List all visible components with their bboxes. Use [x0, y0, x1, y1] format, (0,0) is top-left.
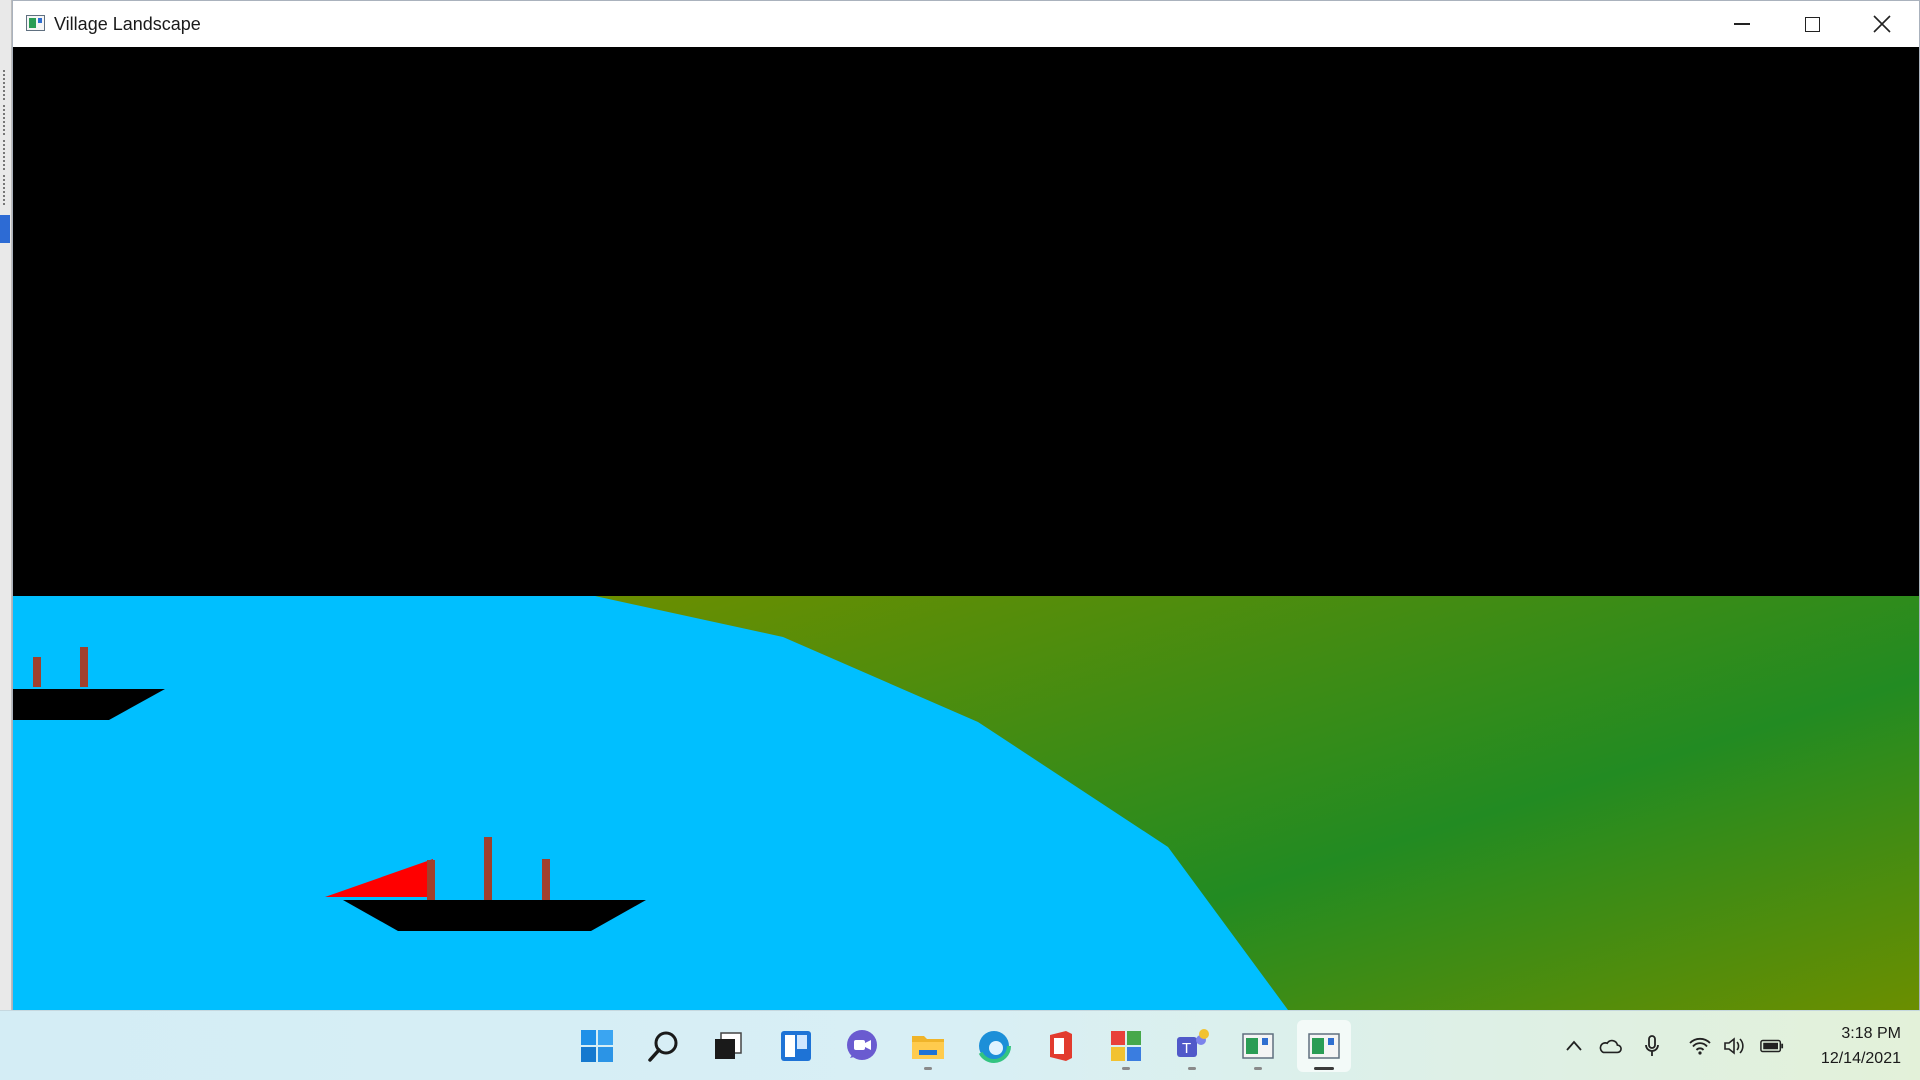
sky [13, 47, 1919, 596]
colorful-app-icon [1111, 1031, 1141, 1061]
close-icon [1873, 15, 1891, 33]
teams-icon: T [1177, 1029, 1209, 1057]
office-button[interactable] [1033, 1020, 1087, 1072]
widgets-button[interactable] [769, 1020, 823, 1072]
running-indicator [1188, 1067, 1196, 1070]
close-button[interactable] [1847, 1, 1917, 47]
background-window-tab[interactable] [0, 215, 10, 243]
app-window-icon [1308, 1033, 1340, 1059]
toolbar-grip [3, 70, 8, 100]
speaker-icon [1724, 1037, 1744, 1055]
toolbar-grip [3, 105, 8, 135]
boat-small-chimney [33, 657, 41, 687]
show-hidden-icons-button[interactable] [1562, 1034, 1586, 1058]
wifi-icon [1689, 1037, 1711, 1055]
boat-small-chimney [80, 647, 88, 687]
clock-date[interactable]: 12/14/2021 [1790, 1050, 1901, 1068]
maximize-button[interactable] [1777, 1, 1847, 47]
running-indicator [1254, 1067, 1262, 1070]
microphone-icon [1645, 1035, 1659, 1056]
search-icon [648, 1031, 678, 1062]
boat-large-chimney [542, 859, 550, 900]
boat-large-chimney [427, 860, 435, 900]
clock-time[interactable]: 3:18 PM [1815, 1025, 1901, 1043]
minimize-icon [1734, 23, 1750, 25]
office-icon [1050, 1031, 1072, 1061]
app-window-icon [1242, 1033, 1274, 1059]
maximize-icon [1804, 16, 1820, 32]
svg-text:T: T [1182, 1040, 1191, 1057]
cloud-icon [1599, 1039, 1622, 1054]
microphone-button[interactable] [1640, 1034, 1664, 1058]
running-indicator [1122, 1067, 1130, 1070]
file-explorer-button[interactable] [901, 1020, 955, 1072]
widgets-icon [781, 1031, 811, 1061]
windows-logo-icon [581, 1030, 613, 1062]
edge-button[interactable] [967, 1020, 1021, 1072]
app-window-button-active[interactable] [1297, 1020, 1351, 1072]
colorful-app-button[interactable] [1099, 1020, 1153, 1072]
network-button[interactable] [1688, 1034, 1712, 1058]
app-icon [26, 15, 45, 31]
edge-icon [977, 1029, 1011, 1063]
boat-large-chimney [484, 837, 492, 900]
task-view-button[interactable] [702, 1020, 756, 1072]
landscape-canvas [13, 47, 1919, 1010]
minimize-button[interactable] [1707, 1, 1777, 47]
chat-icon [847, 1030, 877, 1060]
background-window-edge[interactable] [0, 0, 12, 1010]
battery-icon [1760, 1039, 1784, 1053]
battery-button[interactable] [1760, 1034, 1784, 1058]
onedrive-button[interactable] [1598, 1034, 1622, 1058]
taskbar: T 3:18 PM 12/14/2021 [0, 1010, 1920, 1080]
toolbar-grip [3, 140, 8, 170]
window-title: Village Landscape [54, 14, 201, 34]
volume-button[interactable] [1722, 1034, 1746, 1058]
task-view-icon [715, 1032, 742, 1059]
search-button[interactable] [637, 1020, 691, 1072]
running-indicator [924, 1067, 932, 1070]
chat-button[interactable] [835, 1020, 889, 1072]
chevron-up-icon [1566, 1040, 1582, 1051]
folder-icon [912, 1036, 944, 1059]
title-bar[interactable]: Village Landscape [13, 1, 1919, 47]
app-window-button[interactable] [1231, 1020, 1285, 1072]
start-button[interactable] [570, 1020, 624, 1072]
teams-button[interactable]: T [1165, 1020, 1219, 1072]
app-window: Village Landscape [12, 0, 1920, 1010]
running-indicator [1314, 1067, 1334, 1070]
toolbar-grip [3, 175, 8, 205]
